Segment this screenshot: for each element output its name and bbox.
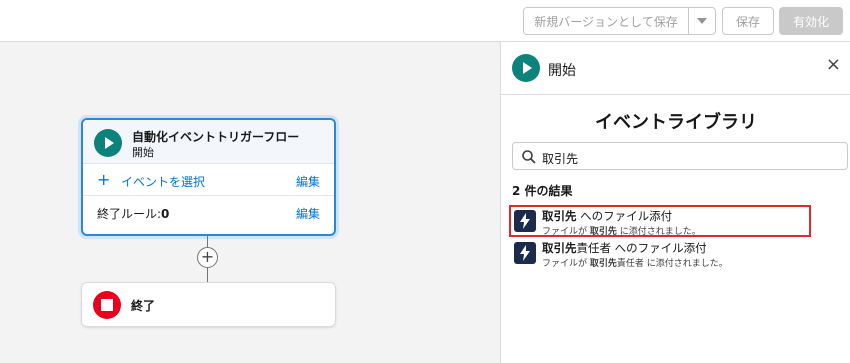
start-node-title: 自動化イベントトリガーフロー: [132, 130, 300, 144]
end-rule-row: 終了ルール:0 編集: [83, 196, 334, 228]
end-rule-text: 終了ルール:0: [97, 205, 169, 222]
search-icon: [522, 150, 536, 164]
lightning-icon: [514, 242, 536, 264]
plus-icon: +: [97, 170, 111, 189]
stop-icon: [93, 291, 121, 319]
close-icon[interactable]: ×: [826, 54, 841, 75]
result-title: 取引先 へのファイル添付: [542, 209, 673, 223]
save-button[interactable]: 保存: [722, 7, 774, 35]
play-icon: [94, 129, 122, 157]
result-description: ファイルが 取引先責任者 に添付されました。: [542, 259, 728, 269]
search-value: 取引先: [542, 152, 579, 166]
event-search-input[interactable]: 取引先: [512, 142, 848, 170]
save-options-dropdown-button[interactable]: [688, 7, 716, 35]
result-description: ファイルが 取引先 に添付されました。: [542, 227, 701, 237]
select-event-row: + イベントを選択 編集: [83, 164, 334, 196]
end-rule-value: 0: [161, 207, 170, 221]
results-count: 2 件の結果: [512, 184, 573, 198]
start-node[interactable]: 自動化イベントトリガーフロー 開始 + イベントを選択 編集 終了ルール:0 編…: [81, 118, 336, 236]
lightning-icon: [514, 210, 536, 232]
chevron-down-icon: [697, 18, 707, 24]
activate-button[interactable]: 有効化: [779, 7, 843, 35]
add-element-button[interactable]: +: [197, 247, 218, 268]
event-library-panel: 開始 × イベントライブラリ 取引先 2 件の結果 取引先 へのファイル添付 フ…: [500, 42, 850, 363]
flow-canvas[interactable]: 自動化イベントトリガーフロー 開始 + イベントを選択 編集 終了ルール:0 編…: [0, 42, 500, 363]
save-as-new-version-button[interactable]: 新規バージョンとして保存: [523, 7, 689, 35]
end-rule-label: 終了ルール:: [97, 207, 162, 221]
result-item[interactable]: 取引先 へのファイル添付 ファイルが 取引先 に添付されました。: [509, 205, 811, 237]
end-node-label: 終了: [131, 299, 156, 313]
end-node[interactable]: 終了: [81, 282, 336, 327]
edit-event-link[interactable]: 編集: [296, 173, 320, 190]
panel-title: 開始: [548, 63, 576, 79]
start-node-header: 自動化イベントトリガーフロー 開始: [83, 120, 334, 164]
top-toolbar: 新規バージョンとして保存 保存 有効化: [0, 0, 850, 42]
play-icon: [512, 54, 540, 82]
start-node-subtitle: 開始: [132, 146, 154, 159]
edit-end-rule-link[interactable]: 編集: [296, 205, 320, 222]
select-event-link[interactable]: イベントを選択: [121, 173, 205, 190]
panel-header: 開始 ×: [501, 42, 850, 95]
result-item[interactable]: 取引先責任者 へのファイル添付 ファイルが 取引先責任者 に添付されました。: [511, 239, 813, 271]
library-title: イベントライブラリ: [595, 112, 757, 133]
result-title: 取引先責任者 へのファイル添付: [542, 241, 707, 255]
